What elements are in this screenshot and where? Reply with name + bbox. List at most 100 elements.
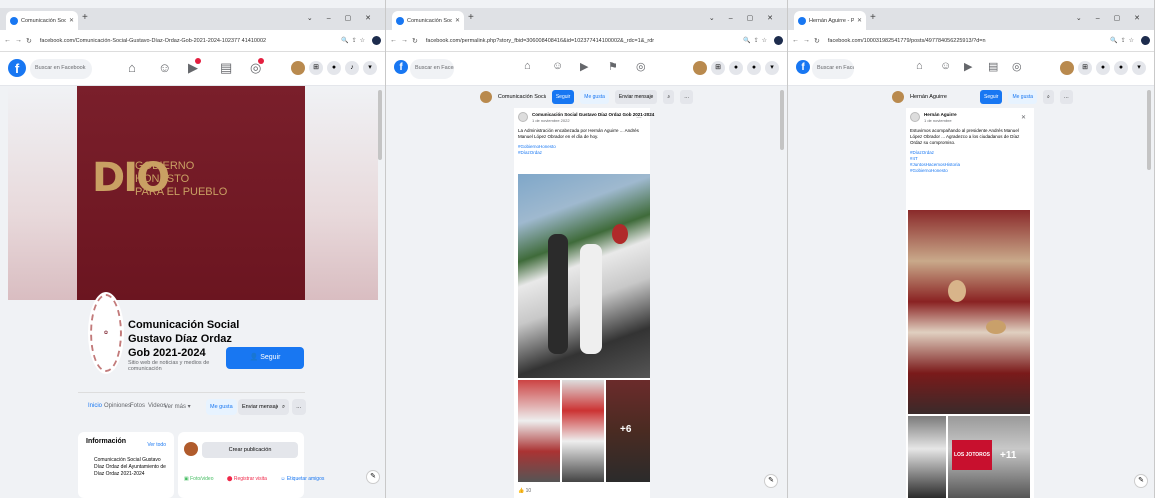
- post-photo-main[interactable]: [518, 174, 650, 378]
- account-dropdown-icon[interactable]: ▾: [363, 61, 377, 75]
- account-dropdown-icon[interactable]: ▾: [1132, 61, 1146, 75]
- search-page-icon[interactable]: ⌕: [278, 399, 290, 415]
- new-message-icon[interactable]: ✎: [764, 474, 778, 488]
- scrollbar[interactable]: [780, 90, 784, 150]
- facebook-logo-icon[interactable]: f: [796, 60, 810, 74]
- url-field[interactable]: facebook.com/Comunicación-Social-Gustavo…: [36, 38, 337, 44]
- home-icon[interactable]: ⌂: [524, 60, 531, 72]
- marketplace-icon[interactable]: ▤: [220, 60, 232, 76]
- like-button[interactable]: Me gusta: [1008, 90, 1038, 104]
- search-icon[interactable]: ⌕: [1043, 90, 1054, 104]
- post-author[interactable]: Hernán Aguirre: [924, 112, 957, 117]
- facebook-logo-icon[interactable]: f: [394, 60, 408, 74]
- extension-icons[interactable]: 🔍⇪☆: [341, 37, 368, 44]
- url-field[interactable]: facebook.com/100031982541779/posts/49778…: [824, 38, 1106, 44]
- more-options-icon[interactable]: …: [1059, 90, 1073, 104]
- menu-grid-icon[interactable]: ⊞: [1078, 61, 1092, 75]
- new-tab-icon[interactable]: +: [82, 12, 88, 23]
- page-name[interactable]: Hernán Aguirre: [910, 94, 974, 100]
- watch-icon[interactable]: ▶: [188, 58, 201, 76]
- follow-button[interactable]: Seguir: [980, 90, 1003, 104]
- facebook-logo-icon[interactable]: f: [8, 59, 26, 77]
- post-photo-thumb[interactable]: [518, 380, 560, 482]
- post-photo-thumb[interactable]: [908, 416, 946, 498]
- close-tab-icon[interactable]: ✕: [69, 17, 74, 24]
- avatar[interactable]: [518, 112, 528, 122]
- search-input[interactable]: Buscar en Facebook: [410, 59, 454, 79]
- gaming-icon[interactable]: ◎: [250, 58, 265, 76]
- watch-icon[interactable]: ▶: [964, 60, 972, 73]
- friends-icon[interactable]: ☺: [158, 60, 171, 75]
- avatar[interactable]: [910, 112, 920, 122]
- like-page-button[interactable]: Me gusta: [206, 399, 237, 415]
- like-button[interactable]: Me gusta: [580, 90, 609, 104]
- scrollbar[interactable]: [1147, 90, 1151, 170]
- account-dropdown-icon[interactable]: ▾: [765, 61, 779, 75]
- hashtag-link[interactable]: #DíazOrdaz: [518, 150, 646, 156]
- follow-button[interactable]: Seguir: [551, 90, 575, 104]
- hashtag-link[interactable]: #GobiernoHonesto: [910, 168, 1030, 174]
- forward-icon[interactable]: →: [401, 37, 408, 44]
- see-all-link[interactable]: Ver todo: [147, 442, 166, 448]
- url-field[interactable]: facebook.com/permalink.php?story_fbid=30…: [422, 38, 739, 44]
- browser-tab[interactable]: Comunicación Social Gustavo ✕: [392, 11, 464, 30]
- tab-fotos[interactable]: Fotos: [130, 403, 145, 409]
- post-timestamp[interactable]: 1 de noviembre 2022: [532, 118, 570, 123]
- post-options-icon[interactable]: …: [636, 114, 642, 120]
- tag-friends-button[interactable]: ☺ Etiquetar amigos: [280, 476, 330, 482]
- follow-button[interactable]: 👤 Seguir: [226, 347, 304, 369]
- avatar[interactable]: [1060, 61, 1074, 75]
- tab-opiniones[interactable]: Opiniones: [104, 403, 131, 409]
- menu-grid-icon[interactable]: ⊞: [309, 61, 323, 75]
- marketplace-icon[interactable]: ⚑: [608, 60, 618, 73]
- new-message-icon[interactable]: ✎: [366, 470, 380, 484]
- menu-grid-icon[interactable]: ⊞: [711, 61, 725, 75]
- tab-ver-mas[interactable]: Ver más ▾: [164, 403, 191, 410]
- window-controls[interactable]: ⌄ – ▢ ✕: [709, 14, 779, 22]
- friends-icon[interactable]: ☺: [940, 60, 951, 72]
- extension-icons[interactable]: 🔍⇪☆: [1110, 37, 1137, 44]
- home-icon[interactable]: ⌂: [916, 60, 923, 72]
- profile-icon[interactable]: [1141, 36, 1150, 45]
- check-in-button[interactable]: ⬤ Registrar visita: [227, 476, 273, 482]
- more-options-icon[interactable]: …: [680, 90, 694, 104]
- friends-icon[interactable]: ☺: [552, 60, 563, 72]
- profile-icon[interactable]: [372, 36, 381, 45]
- back-icon[interactable]: ←: [792, 37, 799, 44]
- new-message-icon[interactable]: ✎: [1134, 474, 1148, 488]
- home-icon[interactable]: ⌂: [128, 60, 136, 75]
- reload-icon[interactable]: ↻: [412, 37, 418, 45]
- scrollbar[interactable]: [378, 90, 382, 160]
- close-icon[interactable]: ✕: [1021, 114, 1026, 121]
- browser-tab[interactable]: Comunicación Social Gusta ✕: [6, 11, 78, 30]
- messenger-icon[interactable]: ●: [729, 61, 743, 75]
- profile-picture[interactable]: ✿: [88, 292, 124, 374]
- reaction-count[interactable]: 👍 10: [518, 488, 531, 494]
- gaming-icon[interactable]: ◎: [636, 60, 646, 73]
- search-input[interactable]: Buscar en Facebook: [812, 59, 854, 79]
- post-photo-thumb[interactable]: LOS JOTOROS +11: [948, 416, 1030, 498]
- tab-inicio[interactable]: Inicio: [88, 403, 102, 409]
- page-name[interactable]: Comunicación Social Gustavo...: [498, 94, 546, 100]
- reload-icon[interactable]: ↻: [26, 37, 32, 45]
- window-controls[interactable]: ⌄ – ▢ ✕: [307, 14, 377, 22]
- post-timestamp[interactable]: 1 de noviembre: [924, 118, 952, 123]
- browser-tab[interactable]: Hernán Aguirre - Publicaciones ✕: [794, 11, 866, 30]
- marketplace-icon[interactable]: ▤: [988, 60, 998, 73]
- new-tab-icon[interactable]: +: [468, 12, 474, 23]
- post-photo-thumb[interactable]: +6: [606, 380, 650, 482]
- create-post-input[interactable]: Crear publicación: [202, 442, 298, 458]
- send-message-button[interactable]: Enviar mensaje: [614, 90, 658, 104]
- search-input[interactable]: Buscar en Facebook: [30, 59, 92, 79]
- notifications-icon[interactable]: ♪: [345, 61, 359, 75]
- profile-icon[interactable]: [774, 36, 783, 45]
- messenger-icon[interactable]: ●: [1096, 61, 1110, 75]
- avatar[interactable]: [693, 61, 707, 75]
- forward-icon[interactable]: →: [15, 37, 22, 44]
- back-icon[interactable]: ←: [4, 37, 11, 44]
- new-tab-icon[interactable]: +: [870, 12, 876, 23]
- close-tab-icon[interactable]: ✕: [455, 17, 460, 24]
- close-tab-icon[interactable]: ✕: [857, 17, 862, 24]
- extension-icons[interactable]: 🔍⇪☆: [743, 37, 770, 44]
- window-controls[interactable]: ⌄ – ▢ ✕: [1076, 14, 1146, 22]
